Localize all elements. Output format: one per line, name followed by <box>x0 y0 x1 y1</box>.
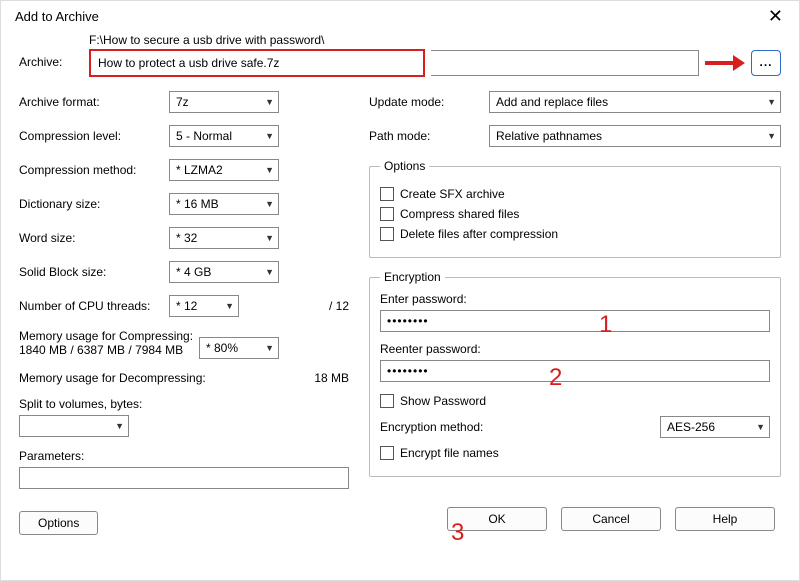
compression-method-value: * LZMA2 <box>176 163 261 177</box>
level-label: Compression level: <box>19 129 169 143</box>
method-label: Compression method: <box>19 163 169 177</box>
archive-format-select[interactable]: 7z ▼ <box>169 91 279 113</box>
path-mode-label: Path mode: <box>369 129 489 143</box>
encryption-method-select[interactable]: AES-256 ▼ <box>660 416 770 438</box>
solid-block-select[interactable]: * 4 GB ▼ <box>169 261 279 283</box>
enter-password-label: Enter password: <box>380 292 770 306</box>
cancel-button[interactable]: Cancel <box>561 507 661 531</box>
encryption-method-value: AES-256 <box>667 420 752 434</box>
enter-password-input[interactable] <box>380 310 770 332</box>
word-label: Word size: <box>19 231 169 245</box>
dict-label: Dictionary size: <box>19 197 169 211</box>
update-mode-label: Update mode: <box>369 95 489 109</box>
chevron-down-icon: ▼ <box>261 165 274 175</box>
chevron-down-icon: ▼ <box>763 97 776 107</box>
show-password-label: Show Password <box>400 394 486 408</box>
options-button[interactable]: Options <box>19 511 98 535</box>
chevron-down-icon: ▼ <box>261 233 274 243</box>
compression-method-select[interactable]: * LZMA2 ▼ <box>169 159 279 181</box>
block-label: Solid Block size: <box>19 265 169 279</box>
word-size-value: * 32 <box>176 231 261 245</box>
chevron-down-icon: ▼ <box>261 343 274 353</box>
archive-name-tail <box>431 50 699 76</box>
chevron-down-icon: ▼ <box>221 301 234 311</box>
update-mode-value: Add and replace files <box>496 95 763 109</box>
encryption-group: Encryption Enter password: Reenter passw… <box>369 270 781 477</box>
annotation-arrow <box>705 56 745 70</box>
chevron-down-icon: ▼ <box>111 421 124 431</box>
chevron-down-icon: ▼ <box>261 97 274 107</box>
annotation-1: 1 <box>599 311 612 339</box>
dictionary-size-select[interactable]: * 16 MB ▼ <box>169 193 279 215</box>
window-title: Add to Archive <box>15 9 99 24</box>
shared-checkbox[interactable] <box>380 207 394 221</box>
options-group-label: Options <box>380 159 429 173</box>
archive-folder-path: F:\How to secure a usb drive with passwo… <box>89 33 781 47</box>
update-mode-select[interactable]: Add and replace files ▼ <box>489 91 781 113</box>
cpu-threads-total: / 12 <box>239 299 349 313</box>
archive-name-input[interactable] <box>92 52 422 74</box>
mem-comp-detail: 1840 MB / 6387 MB / 7984 MB <box>19 343 199 357</box>
path-mode-select[interactable]: Relative pathnames ▼ <box>489 125 781 147</box>
split-volumes-select[interactable]: ▼ <box>19 415 129 437</box>
split-label: Split to volumes, bytes: <box>19 397 142 411</box>
reenter-password-label: Reenter password: <box>380 342 770 356</box>
close-icon[interactable]: ✕ <box>762 7 789 25</box>
annotation-3: 3 <box>451 519 464 547</box>
mem-decomp-label: Memory usage for Decompressing: <box>19 371 239 385</box>
compression-level-value: 5 - Normal <box>176 129 261 143</box>
annotation-2: 2 <box>549 364 562 392</box>
chevron-down-icon: ▼ <box>261 267 274 277</box>
chevron-down-icon: ▼ <box>763 131 776 141</box>
cpu-threads-value: * 12 <box>176 299 221 313</box>
params-label: Parameters: <box>19 449 84 463</box>
browse-button[interactable]: ... <box>751 50 781 76</box>
parameters-input[interactable] <box>19 467 349 489</box>
chevron-down-icon: ▼ <box>752 422 765 432</box>
dictionary-size-value: * 16 MB <box>176 197 261 211</box>
mem-decomp-value: 18 MB <box>239 371 349 385</box>
threads-label: Number of CPU threads: <box>19 299 169 313</box>
cpu-threads-select[interactable]: * 12 ▼ <box>169 295 239 317</box>
help-button[interactable]: Help <box>675 507 775 531</box>
format-label: Archive format: <box>19 95 169 109</box>
delete-label: Delete files after compression <box>400 227 558 241</box>
shared-label: Compress shared files <box>400 207 519 221</box>
chevron-down-icon: ▼ <box>261 131 274 141</box>
mem-pct-select[interactable]: * 80% ▼ <box>199 337 279 359</box>
encrypt-filenames-label: Encrypt file names <box>400 446 499 460</box>
archive-format-value: 7z <box>176 95 261 109</box>
show-password-checkbox[interactable] <box>380 394 394 408</box>
encryption-method-label: Encryption method: <box>380 420 483 434</box>
path-mode-value: Relative pathnames <box>496 129 763 143</box>
encryption-group-label: Encryption <box>380 270 445 284</box>
archive-label: Archive: <box>19 55 62 69</box>
chevron-down-icon: ▼ <box>261 199 274 209</box>
options-group: Options Create SFX archive Compress shar… <box>369 159 781 258</box>
mem-pct-value: * 80% <box>206 341 261 355</box>
mem-comp-label: Memory usage for Compressing: <box>19 329 199 343</box>
archive-name-highlight <box>89 49 425 77</box>
sfx-label: Create SFX archive <box>400 187 505 201</box>
sfx-checkbox[interactable] <box>380 187 394 201</box>
compression-level-select[interactable]: 5 - Normal ▼ <box>169 125 279 147</box>
encrypt-filenames-checkbox[interactable] <box>380 446 394 460</box>
reenter-password-input[interactable] <box>380 360 770 382</box>
delete-checkbox[interactable] <box>380 227 394 241</box>
solid-block-value: * 4 GB <box>176 265 261 279</box>
word-size-select[interactable]: * 32 ▼ <box>169 227 279 249</box>
